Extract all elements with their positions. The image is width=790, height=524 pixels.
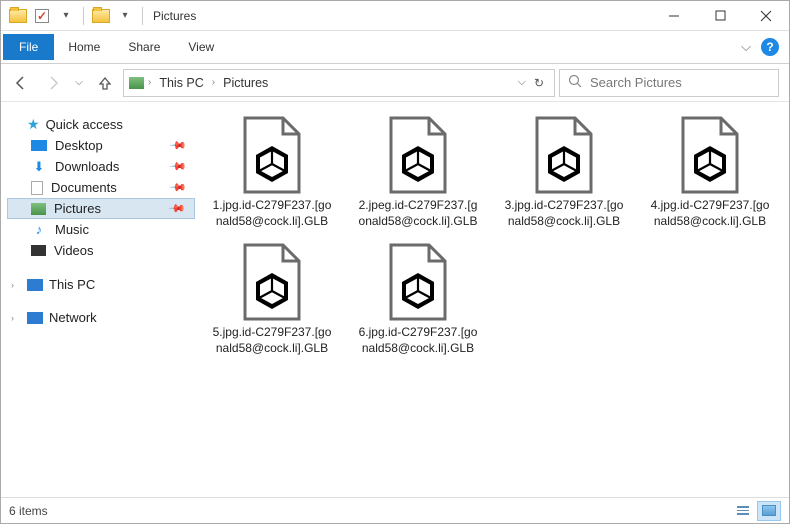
file-name: 4.jpg.id-C279F237.[gonald58@cock.li].GLB — [649, 198, 771, 229]
navigation-pane[interactable]: ★ Quick access Desktop 📌 ⬇ Downloads 📌 D… — [1, 102, 201, 497]
quick-access-label: Quick access — [46, 117, 123, 132]
file-name: 2.jpeg.id-C279F237.[gonald58@cock.li].GL… — [357, 198, 479, 229]
sidebar-item-documents[interactable]: Documents 📌 — [7, 177, 195, 198]
sidebar-item-label: Network — [49, 310, 97, 325]
close-button[interactable] — [743, 1, 789, 31]
pin-icon: 📌 — [168, 199, 187, 218]
file-tab[interactable]: File — [3, 34, 54, 60]
address-bar[interactable]: › This PC › Pictures ⌵ ↻ — [123, 69, 555, 97]
file-item[interactable]: 5.jpg.id-C279F237.[gonald58@cock.li].GLB — [211, 243, 333, 356]
sidebar-item-label: Pictures — [54, 201, 101, 216]
tab-share[interactable]: Share — [114, 34, 174, 60]
content-area: ★ Quick access Desktop 📌 ⬇ Downloads 📌 D… — [1, 102, 789, 497]
sidebar-item-label: Videos — [54, 243, 94, 258]
item-count: 6 items — [9, 504, 48, 518]
ribbon: File Home Share View ⌵ ? — [1, 31, 789, 64]
documents-icon — [31, 181, 43, 195]
navigation-bar: ⌵ › This PC › Pictures ⌵ ↻ Search Pictur… — [1, 64, 789, 102]
search-placeholder: Search Pictures — [590, 75, 682, 90]
file-item[interactable]: 3.jpg.id-C279F237.[gonald58@cock.li].GLB — [503, 116, 625, 229]
sidebar-network[interactable]: › Network — [7, 308, 195, 327]
file-list[interactable]: 1.jpg.id-C279F237.[gonald58@cock.li].GLB… — [201, 102, 789, 497]
file-item[interactable]: 1.jpg.id-C279F237.[gonald58@cock.li].GLB — [211, 116, 333, 229]
network-icon — [27, 312, 43, 324]
sidebar-item-videos[interactable]: Videos — [7, 240, 195, 261]
status-bar: 6 items — [1, 497, 789, 523]
search-icon — [568, 74, 582, 91]
pin-icon: 📌 — [169, 157, 188, 176]
glb-file-icon — [674, 116, 746, 194]
forward-button[interactable] — [39, 69, 67, 97]
recent-locations-button[interactable]: ⌵ — [71, 69, 87, 97]
glb-file-icon — [382, 243, 454, 321]
glb-file-icon — [236, 243, 308, 321]
window-title: Pictures — [153, 9, 196, 23]
properties-checkbox-icon[interactable]: ✓ — [31, 5, 53, 27]
pictures-icon — [128, 76, 144, 90]
downloads-icon: ⬇ — [31, 160, 47, 174]
chevron-down-icon[interactable]: ▾ — [114, 5, 136, 27]
sidebar-item-label: This PC — [49, 277, 95, 292]
sidebar-item-downloads[interactable]: ⬇ Downloads 📌 — [7, 156, 195, 177]
tab-home[interactable]: Home — [54, 34, 114, 60]
maximize-button[interactable] — [697, 1, 743, 31]
star-icon: ★ — [27, 116, 40, 133]
sidebar-quick-access[interactable]: ★ Quick access — [7, 114, 195, 135]
window-controls — [651, 1, 789, 31]
tab-view[interactable]: View — [174, 34, 228, 60]
back-button[interactable] — [7, 69, 35, 97]
sidebar-item-music[interactable]: ♪ Music — [7, 219, 195, 240]
refresh-icon[interactable]: ↻ — [534, 76, 544, 90]
file-name: 5.jpg.id-C279F237.[gonald58@cock.li].GLB — [211, 325, 333, 356]
help-icon[interactable]: ? — [761, 38, 779, 56]
glb-file-icon — [382, 116, 454, 194]
file-item[interactable]: 2.jpeg.id-C279F237.[gonald58@cock.li].GL… — [357, 116, 479, 229]
sidebar-item-label: Documents — [51, 180, 117, 195]
file-name: 6.jpg.id-C279F237.[gonald58@cock.li].GLB — [357, 325, 479, 356]
chevron-right-icon[interactable]: › — [11, 280, 21, 290]
glb-file-icon — [528, 116, 600, 194]
quick-access-toolbar: ✓ ▾ ▾ Pictures — [1, 5, 196, 27]
breadcrumb-this-pc[interactable]: This PC — [155, 74, 207, 92]
ribbon-expand-icon[interactable]: ⌵ — [741, 39, 751, 55]
titlebar: ✓ ▾ ▾ Pictures — [1, 1, 789, 31]
qat-dropdown-icon[interactable]: ▾ — [55, 5, 77, 27]
pin-icon: 📌 — [169, 178, 188, 197]
desktop-icon — [31, 140, 47, 151]
chevron-right-icon[interactable]: › — [11, 313, 21, 323]
search-input[interactable]: Search Pictures — [559, 69, 779, 97]
up-button[interactable] — [91, 69, 119, 97]
divider — [83, 7, 84, 25]
chevron-right-icon[interactable]: › — [146, 77, 153, 88]
sidebar-item-desktop[interactable]: Desktop 📌 — [7, 135, 195, 156]
file-item[interactable]: 4.jpg.id-C279F237.[gonald58@cock.li].GLB — [649, 116, 771, 229]
location-folder-icon — [90, 5, 112, 27]
thumbnails-view-button[interactable] — [757, 501, 781, 521]
this-pc-icon — [27, 279, 43, 291]
divider — [142, 7, 143, 25]
file-name: 1.jpg.id-C279F237.[gonald58@cock.li].GLB — [211, 198, 333, 229]
sidebar-item-label: Downloads — [55, 159, 119, 174]
minimize-button[interactable] — [651, 1, 697, 31]
glb-file-icon — [236, 116, 308, 194]
pictures-icon — [31, 203, 46, 215]
music-icon: ♪ — [31, 223, 47, 237]
folder-icon[interactable] — [7, 5, 29, 27]
file-name: 3.jpg.id-C279F237.[gonald58@cock.li].GLB — [503, 198, 625, 229]
file-item[interactable]: 6.jpg.id-C279F237.[gonald58@cock.li].GLB — [357, 243, 479, 356]
sidebar-item-label: Music — [55, 222, 89, 237]
sidebar-item-label: Desktop — [55, 138, 103, 153]
details-view-button[interactable] — [731, 501, 755, 521]
address-dropdown-icon[interactable]: ⌵ — [518, 76, 526, 89]
sidebar-item-pictures[interactable]: Pictures 📌 — [7, 198, 195, 219]
pin-icon: 📌 — [169, 136, 188, 155]
breadcrumb-pictures[interactable]: Pictures — [219, 74, 272, 92]
sidebar-this-pc[interactable]: › This PC — [7, 275, 195, 294]
videos-icon — [31, 245, 46, 256]
chevron-right-icon[interactable]: › — [210, 77, 217, 88]
